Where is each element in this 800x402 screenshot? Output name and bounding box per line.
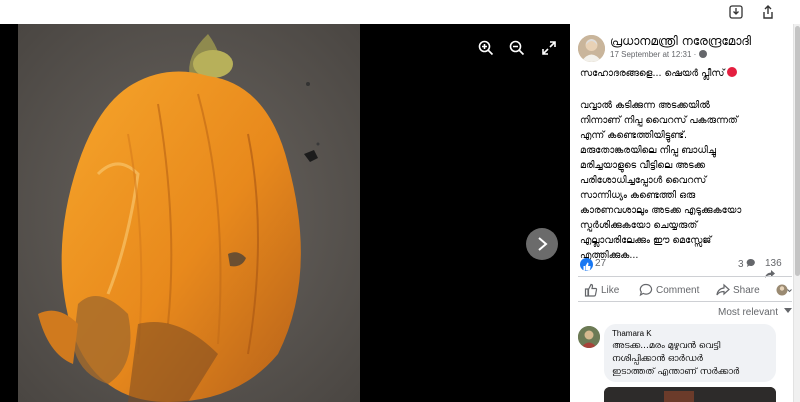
comment-icon xyxy=(639,283,653,297)
post-body-line: മരുതോങ്കരയിലെ നിപ്പ ബാധിച്ചു xyxy=(580,145,716,156)
red-circle-icon xyxy=(727,67,738,77)
author-avatar[interactable] xyxy=(578,35,605,62)
share-upload-icon[interactable] xyxy=(761,5,775,19)
photo-viewer xyxy=(0,24,570,402)
share-count-text: 136 xyxy=(765,258,782,269)
scrollbar-thumb[interactable] xyxy=(795,26,800,276)
timestamp-text: 17 September at 12:31 · xyxy=(610,50,699,59)
post-body-line: എല്ലാവരിലേക്കും ഈ മെസ്സേജ് xyxy=(580,235,712,246)
sort-label: Most relevant xyxy=(718,307,779,318)
top-bar xyxy=(0,0,800,24)
comment-count-text: 3 xyxy=(738,259,744,270)
greeting-text: സഹോദരങ്ങളെ... ഷെയർ പ്ലീസ് xyxy=(580,68,725,79)
post-body-line: മരിച്ചയാളുടെ വീട്ടിലെ അടക്ക xyxy=(580,160,706,171)
share-arrow-icon xyxy=(765,270,775,278)
comment-text-line: അടക്ക...മരം മുഴുവൻ വെട്ടി xyxy=(612,341,721,351)
profile-avatar-icon xyxy=(776,284,792,296)
post-photo xyxy=(18,24,360,402)
post-author[interactable]: പ്രധാനമന്ത്രി നരേന്ദ്രമോദി xyxy=(610,34,751,49)
post-timestamp[interactable]: 17 September at 12:31 · xyxy=(610,50,707,59)
globe-icon xyxy=(698,50,707,58)
comment-text-line: ഇടാത്തത് എന്താണ് സർക്കാർ xyxy=(612,367,740,377)
post-body-line: നിന്നാണ് നിപ്പ വൈറസ് പകരുന്നത് xyxy=(580,115,738,126)
commenter-avatar[interactable] xyxy=(578,326,600,348)
comment-label: Comment xyxy=(656,285,700,296)
comment-text-line: നശിപ്പിക്കാൻ ഓർഡർ xyxy=(612,354,703,364)
post-body-line: സ്പർശിക്കുകയോ ചെയ്യരുത് xyxy=(580,220,698,231)
share-label: Share xyxy=(733,285,760,296)
react-as-selector[interactable] xyxy=(776,282,792,300)
like-label: Like xyxy=(601,285,620,296)
next-photo-button[interactable] xyxy=(526,228,558,260)
comment-author[interactable]: Thamara K xyxy=(612,329,652,338)
like-reaction-icon[interactable] xyxy=(580,258,593,271)
post-greeting: സഹോദരങ്ങളെ... ഷെയർ പ്ലീസ് xyxy=(580,66,794,81)
comment-bubble-icon xyxy=(747,258,756,267)
like-button[interactable]: Like xyxy=(584,282,624,300)
post-body-line: പരിശോധിച്ചപ്പോൾ വൈറസ് xyxy=(580,175,707,186)
comment-count[interactable]: 3 xyxy=(738,258,756,270)
thumbs-up-icon xyxy=(584,283,598,297)
post-body-line: സാന്നിധ്യം കണ്ടെത്തി ഒരു xyxy=(580,190,696,201)
comment-button[interactable]: Comment xyxy=(639,282,704,300)
expand-icon[interactable] xyxy=(541,40,557,56)
share-button[interactable]: Share xyxy=(716,282,764,300)
like-count[interactable]: 27 xyxy=(595,258,606,269)
zoom-out-icon[interactable] xyxy=(509,40,525,56)
comment-image[interactable] xyxy=(604,387,776,402)
download-icon[interactable] xyxy=(729,5,743,19)
post-body-line: കാരണവശാലും അടക്ക എടുക്കുകയോ xyxy=(580,205,742,216)
reactions-bar: 27 3 136 xyxy=(580,256,790,278)
divider xyxy=(578,301,792,302)
post-body-line: എന്ന് കണ്ടെത്തിയിട്ടുണ്ട്. xyxy=(580,130,687,141)
zoom-in-icon[interactable] xyxy=(478,40,494,56)
panel-scrollbar[interactable] xyxy=(793,24,800,402)
share-count[interactable]: 136 xyxy=(765,258,790,281)
post-body-line: വവ്വാൽ കടിക്കുന്ന അടക്കയിൽ xyxy=(580,100,710,111)
chevron-right-icon xyxy=(538,237,548,251)
share-icon xyxy=(716,283,730,296)
divider xyxy=(578,276,792,277)
comment-sort-dropdown[interactable]: Most relevant xyxy=(718,307,792,318)
caret-down-icon xyxy=(783,308,792,313)
